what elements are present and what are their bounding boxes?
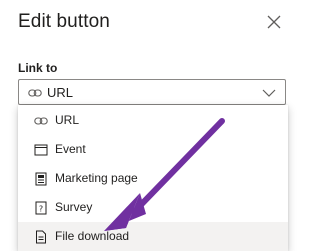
option-event[interactable]: Event bbox=[18, 135, 288, 164]
option-label: Marketing page bbox=[55, 171, 138, 185]
file-icon bbox=[36, 230, 46, 244]
option-label: Event bbox=[55, 142, 86, 156]
option-label: File download bbox=[55, 229, 130, 243]
survey-icon: ? bbox=[35, 201, 47, 215]
panel-title: Edit button bbox=[18, 11, 110, 32]
calendar-icon bbox=[34, 144, 48, 156]
link-icon bbox=[34, 117, 48, 125]
svg-text:?: ? bbox=[39, 205, 43, 214]
option-survey[interactable]: ? Survey bbox=[18, 193, 288, 222]
marketing-page-icon bbox=[35, 172, 47, 186]
link-to-selected-value: URL bbox=[47, 85, 74, 100]
option-url[interactable]: URL bbox=[18, 106, 288, 135]
edit-button-panel: Edit button Link to URL URL Event Market… bbox=[0, 0, 300, 251]
option-label: Survey bbox=[55, 200, 93, 214]
link-to-label: Link to bbox=[18, 61, 58, 75]
option-label: URL bbox=[55, 113, 80, 127]
link-to-dropdown[interactable]: URL bbox=[18, 79, 286, 105]
chevron-down-icon bbox=[262, 89, 276, 97]
close-icon[interactable] bbox=[266, 14, 282, 30]
link-icon bbox=[28, 89, 42, 97]
option-file-download[interactable]: File download bbox=[18, 222, 288, 251]
option-marketing-page[interactable]: Marketing page bbox=[18, 164, 288, 193]
link-to-options-list: URL Event Marketing page ? Survey File d… bbox=[18, 105, 288, 251]
